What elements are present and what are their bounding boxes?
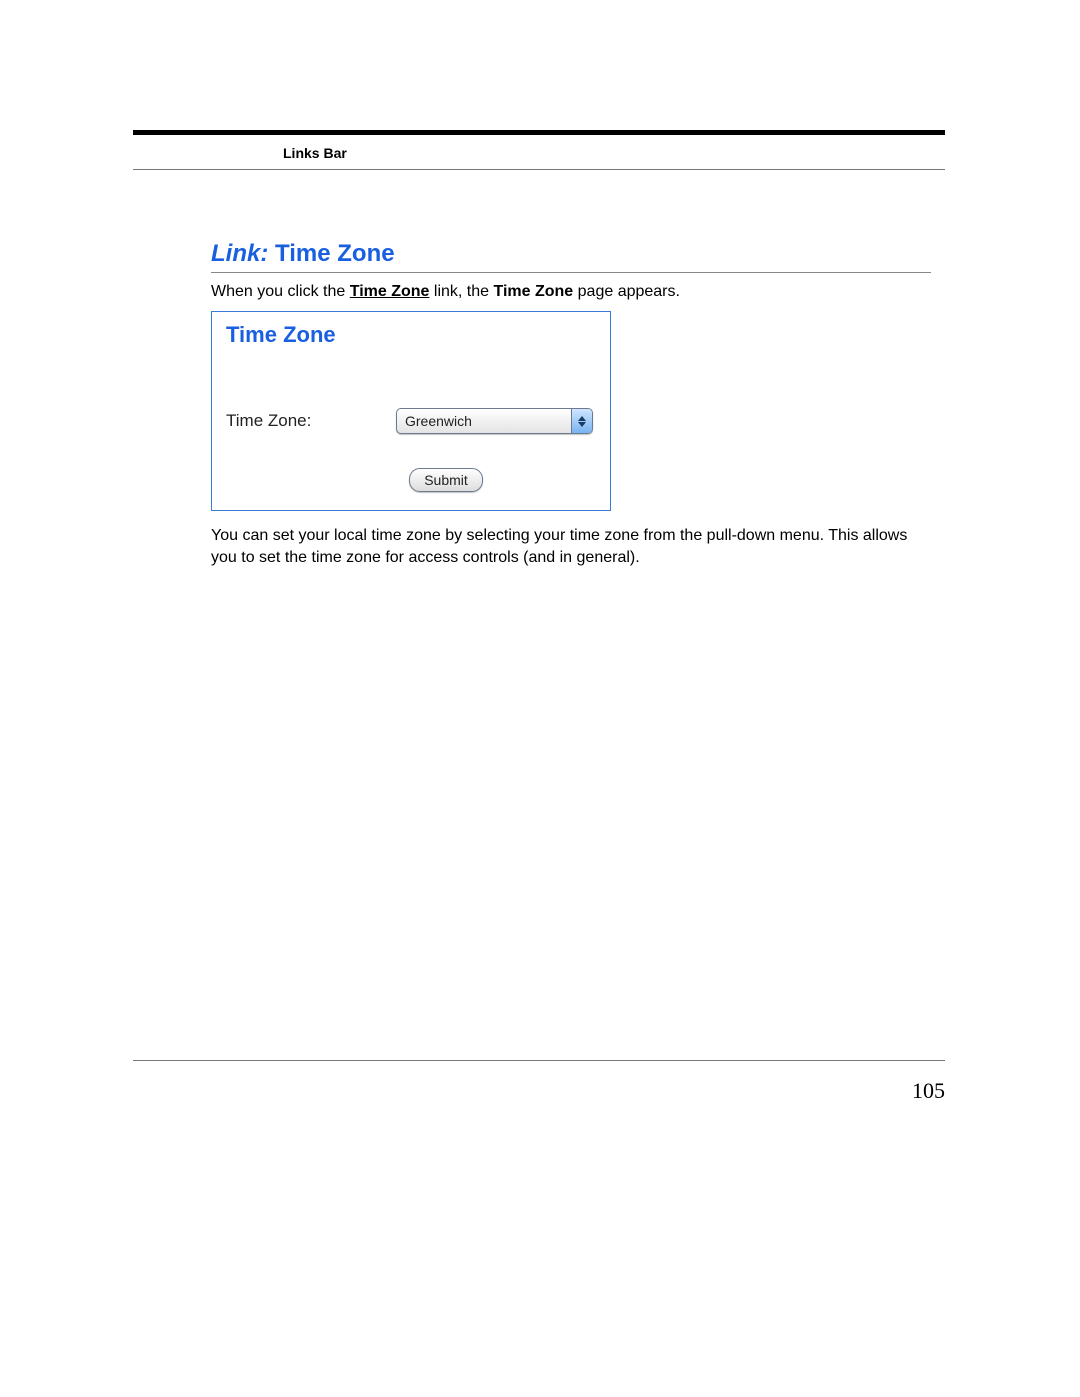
- top-rule: [133, 130, 945, 135]
- document-page: Links Bar Link: Time Zone When you click…: [133, 130, 945, 568]
- submit-row: Submit: [226, 468, 596, 492]
- section-heading: Link: Time Zone: [211, 240, 931, 273]
- intro-text: When you click the Time Zone link, the T…: [211, 283, 931, 301]
- header-divider: [133, 169, 945, 170]
- page-header: Links Bar: [133, 139, 945, 167]
- timezone-select[interactable]: Greenwich: [396, 408, 593, 434]
- timezone-label: Time Zone:: [226, 411, 396, 431]
- caption-text: You can set your local time zone by sele…: [211, 525, 931, 568]
- intro-post: page appears.: [573, 283, 680, 300]
- submit-button-label: Submit: [424, 472, 468, 488]
- timezone-panel: Time Zone Time Zone: Greenwich Submit: [211, 311, 611, 511]
- header-label: Links Bar: [283, 145, 347, 161]
- updown-icon: [571, 409, 592, 433]
- intro-pagename: Time Zone: [493, 283, 573, 300]
- content-area: Link: Time Zone When you click the Time …: [211, 240, 931, 568]
- submit-button[interactable]: Submit: [409, 468, 483, 492]
- intro-link: Time Zone: [350, 283, 430, 300]
- timezone-row: Time Zone: Greenwich: [226, 408, 596, 434]
- intro-pre: When you click the: [211, 283, 350, 300]
- heading-prefix: Link:: [211, 240, 268, 267]
- page-number: 105: [912, 1078, 945, 1104]
- intro-mid: link, the: [429, 283, 493, 300]
- timezone-select-value: Greenwich: [397, 413, 571, 429]
- heading-title: Time Zone: [275, 240, 395, 267]
- footer-divider: [133, 1060, 945, 1061]
- panel-title: Time Zone: [226, 322, 596, 348]
